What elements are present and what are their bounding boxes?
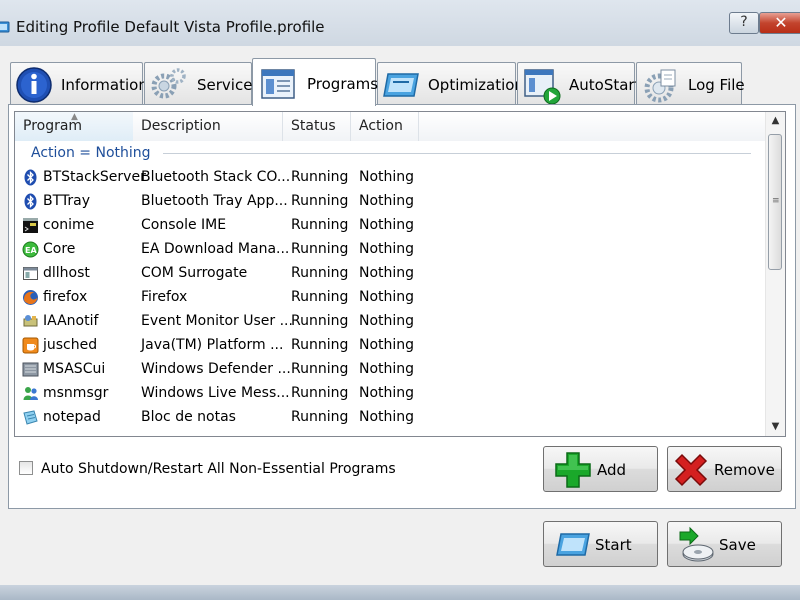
start-icon xyxy=(556,533,590,556)
tab-log-file[interactable]: Log File xyxy=(636,62,745,104)
column-header-status[interactable]: Status xyxy=(283,112,351,141)
tab-services[interactable]: Services xyxy=(144,62,260,104)
programs-window-icon xyxy=(261,69,295,99)
sort-ascending-icon: ▲ xyxy=(71,112,78,122)
tab-programs-label: Programs xyxy=(307,75,379,93)
programs-list[interactable]: ▲ Program Description Status Action Acti… xyxy=(14,111,786,437)
autostart-icon xyxy=(524,69,561,105)
title-bar[interactable]: Editing Profile Default Vista Profile.pr… xyxy=(0,0,800,46)
add-button-label: Add xyxy=(597,461,627,479)
auto-shutdown-checkbox[interactable] xyxy=(19,461,33,475)
save-button-label: Save xyxy=(719,536,756,554)
table-row[interactable]: dllhost COM Surrogate Running Nothing xyxy=(15,262,765,286)
table-row[interactable]: msnmsgr Windows Live Mess... Running Not… xyxy=(15,382,765,406)
remove-button[interactable]: Remove xyxy=(667,446,782,492)
save-button[interactable]: Save xyxy=(667,521,782,567)
group-divider xyxy=(163,153,751,154)
column-header-action[interactable]: Action xyxy=(351,112,419,141)
app-window-icon xyxy=(23,267,38,280)
tab-autostart[interactable]: AutoStart xyxy=(517,62,640,105)
tab-services-label: Services xyxy=(197,76,261,94)
bluetooth-icon xyxy=(24,169,37,186)
table-row[interactable]: jusched Java(TM) Platform ... Running No… xyxy=(15,334,765,358)
grip-icon: ≡ xyxy=(772,196,780,206)
tab-information[interactable]: Information xyxy=(10,62,148,104)
column-header-description[interactable]: Description xyxy=(133,112,283,141)
table-row[interactable]: BTStackServer Bluetooth Stack CO... Runn… xyxy=(15,166,765,190)
start-button[interactable]: Start xyxy=(543,521,658,567)
defender-icon xyxy=(22,362,39,377)
java-icon xyxy=(22,337,39,354)
app-icon xyxy=(0,21,10,33)
tab-programs[interactable]: Programs xyxy=(252,58,379,106)
table-row[interactable]: IAAnotif Event Monitor User ... Running … xyxy=(15,310,765,334)
column-header-filler xyxy=(419,112,765,141)
table-row[interactable]: firefox Firefox Running Nothing xyxy=(15,286,765,310)
tab-optimization[interactable]: Optimization xyxy=(377,62,524,104)
save-disk-icon xyxy=(679,526,714,562)
tab-information-label: Information xyxy=(61,76,148,94)
window-title: Editing Profile Default Vista Profile.pr… xyxy=(16,18,325,36)
vertical-scrollbar[interactable]: ▲ ≡ ▼ xyxy=(765,112,785,436)
bluetooth-icon xyxy=(24,193,37,210)
table-row[interactable]: notepad Bloc de notas Running Nothing xyxy=(15,406,765,430)
profile-editor-window: Editing Profile Default Vista Profile.pr… xyxy=(0,0,800,600)
window-bottom-frame xyxy=(0,585,800,600)
svg-text:EA: EA xyxy=(25,246,37,255)
add-button[interactable]: Add xyxy=(543,446,658,492)
tab-autostart-label: AutoStart xyxy=(569,76,641,94)
red-x-icon xyxy=(674,453,708,487)
table-row[interactable]: EA Core EA Download Mana... Running Noth… xyxy=(15,238,765,262)
column-header-program[interactable]: ▲ Program xyxy=(15,112,135,141)
start-button-label: Start xyxy=(595,536,632,554)
scroll-down-icon[interactable]: ▼ xyxy=(766,418,785,436)
log-file-icon xyxy=(644,69,676,103)
group-header[interactable]: Action = Nothing xyxy=(31,145,151,161)
scroll-up-icon[interactable]: ▲ xyxy=(766,112,785,130)
gears-icon xyxy=(151,68,186,99)
firefox-icon xyxy=(23,290,38,305)
tab-log-file-label: Log File xyxy=(688,76,745,94)
close-button[interactable]: ✕ xyxy=(759,12,800,34)
scrollbar-thumb[interactable]: ≡ xyxy=(768,134,782,270)
auto-shutdown-label[interactable]: Auto Shutdown/Restart All Non-Essential … xyxy=(41,461,396,477)
help-button[interactable]: ? xyxy=(729,12,759,34)
remove-button-label: Remove xyxy=(714,461,775,479)
notepad-icon xyxy=(23,410,38,425)
green-plus-icon xyxy=(555,452,591,488)
info-icon xyxy=(16,67,52,103)
messenger-icon xyxy=(23,387,38,400)
console-icon xyxy=(23,218,38,233)
storage-icon xyxy=(23,315,38,327)
optimization-icon xyxy=(383,73,419,97)
ea-icon: EA xyxy=(22,241,39,258)
table-row[interactable]: conime Console IME Running Nothing xyxy=(15,214,765,238)
tab-optimization-label: Optimization xyxy=(428,76,524,94)
table-row[interactable]: MSASCui Windows Defender ... Running Not… xyxy=(15,358,765,382)
table-row[interactable]: BTTray Bluetooth Tray App... Running Not… xyxy=(15,190,765,214)
